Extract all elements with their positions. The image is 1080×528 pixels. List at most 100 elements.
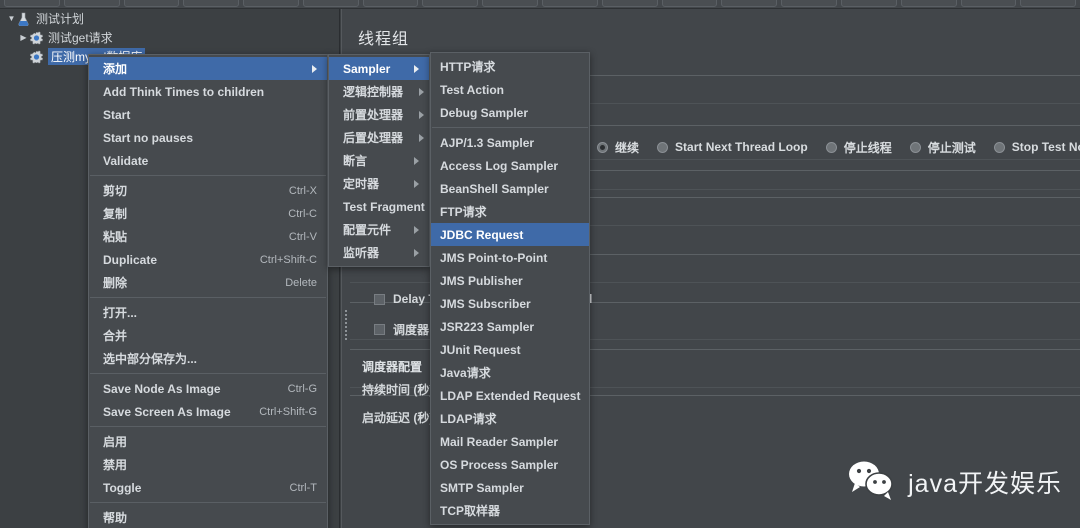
radio-option-stop-test[interactable]: 停止测试 (909, 139, 976, 156)
toolbar-button-6[interactable] (302, 0, 359, 7)
toolbar-button-16[interactable] (900, 0, 957, 7)
add-submenu-item-6[interactable]: Test Fragment (329, 195, 446, 218)
add-submenu-item-4[interactable]: 断言 (329, 149, 429, 172)
context-menu-item-6[interactable]: 剪切 Ctrl-X (89, 179, 327, 202)
add-submenu[interactable]: Sampler 逻辑控制器 前置处理器 后置处理器 断言 定时器 Test Fragment… (328, 54, 446, 267)
context-menu-item-9[interactable]: Duplicate Ctrl+Shift-C (89, 248, 327, 271)
scheduler-checkbox[interactable]: 调度器 (374, 321, 429, 338)
sampler-submenu-item-7[interactable]: FTP请求 (431, 200, 589, 223)
sampler-submenu-item-5[interactable]: Access Log Sampler (431, 154, 589, 177)
add-submenu-item-2[interactable]: 前置处理器 (329, 103, 429, 126)
context-menu-item-2[interactable]: Start (89, 103, 327, 126)
context-menu-item-0[interactable]: 添加 (89, 57, 327, 80)
sampler-submenu-item-0[interactable]: HTTP请求 (431, 55, 589, 78)
add-submenu-item-7[interactable]: 配置元件 (329, 218, 429, 241)
context-menu-item-4[interactable]: Validate (89, 149, 327, 172)
sampler-submenu-item-9[interactable]: JMS Point-to-Point (431, 246, 589, 269)
toolbar-button-10[interactable] (542, 0, 598, 7)
toolbar-button-13[interactable] (721, 0, 778, 7)
split-pane-drag-handle[interactable] (343, 305, 349, 345)
radio-label: 停止测试 (927, 140, 976, 155)
add-submenu-item-8[interactable]: 监听器 (329, 241, 429, 264)
add-submenu-item-3[interactable]: 后置处理器 (329, 126, 429, 149)
context-menu-item-17[interactable]: Save Screen As Image Ctrl+Shift-G (89, 400, 327, 423)
sampler-submenu-item-18[interactable]: OS Process Sampler (431, 453, 589, 476)
submenu-arrow-icon (419, 110, 425, 119)
radio-dot-icon[interactable] (825, 141, 837, 153)
toolbar-button-3[interactable] (123, 0, 180, 7)
sampler-submenu-item-16[interactable]: LDAP请求 (431, 407, 589, 430)
tree-item-0[interactable]: ▼ 测试计划 (0, 9, 339, 28)
context-menu-item-14[interactable]: 选中部分保存为... (89, 347, 327, 370)
toolbar-button-12[interactable] (661, 0, 718, 7)
context-menu-item-7[interactable]: 复制 Ctrl-C (89, 202, 327, 225)
context-menu-item-23[interactable]: 帮助 (89, 506, 327, 528)
sampler-submenu-item-12[interactable]: JSR223 Sampler (431, 315, 589, 338)
menu-item-label: 复制 (103, 207, 128, 221)
toolbar-button-9[interactable] (482, 0, 539, 7)
radio-dot-icon[interactable] (993, 141, 1005, 153)
sampler-submenu-item-1[interactable]: Test Action (431, 78, 589, 101)
chevron-right-icon[interactable]: ▶ (18, 33, 29, 42)
radio-option-start-next-thread-loop[interactable]: Start Next Thread Loop (657, 140, 808, 154)
context-menu-item-13[interactable]: 合并 (89, 324, 327, 347)
toolbar-button-4[interactable] (183, 0, 240, 7)
toolbar-button-15[interactable] (840, 0, 897, 7)
context-menu-item-21[interactable]: Toggle Ctrl-T (89, 476, 327, 499)
toolbar-button-18[interactable] (1020, 0, 1077, 7)
sampler-submenu-item-8[interactable]: JDBC Request (431, 223, 589, 246)
tree-item-1[interactable]: ▶ 测试get请求 (0, 28, 339, 47)
menu-item-label: AJP/1.3 Sampler (440, 135, 535, 150)
sampler-submenu-item-17[interactable]: Mail Reader Sampler (431, 430, 589, 453)
menu-item-label: JMS Point-to-Point (440, 250, 548, 265)
radio-label: 继续 (615, 140, 640, 155)
sampler-submenu-item-19[interactable]: SMTP Sampler (431, 476, 589, 499)
checkbox-icon[interactable] (374, 293, 385, 305)
menu-item-shortcut: Ctrl+Shift-G (259, 405, 317, 418)
context-menu-item-8[interactable]: 粘贴 Ctrl-V (89, 225, 327, 248)
sampler-submenu-item-14[interactable]: Java请求 (431, 361, 589, 384)
sampler-submenu[interactable]: HTTP请求 Test Action Debug Sampler AJP/1.3 Sa… (430, 52, 590, 525)
context-menu-item-3[interactable]: Start no pauses (89, 126, 327, 149)
sampler-submenu-item-2[interactable]: Debug Sampler (431, 101, 589, 124)
radio-dot-icon[interactable] (909, 141, 921, 153)
sampler-submenu-item-6[interactable]: BeanShell Sampler (431, 177, 589, 200)
toolbar[interactable] (0, 0, 1080, 9)
radio-option-stop-test-now[interactable]: Stop Test Now (993, 140, 1080, 154)
scheduler-label: 调度器 (393, 323, 430, 337)
radio-dot-icon[interactable] (597, 141, 608, 153)
context-menu[interactable]: 添加 Add Think Times to children Start Start … (88, 54, 328, 528)
checkbox-icon[interactable] (374, 324, 385, 335)
add-submenu-item-5[interactable]: 定时器 (329, 172, 429, 195)
duration-label: 持续时间 (秒) (362, 383, 434, 397)
test-plan-icon (17, 12, 33, 26)
sampler-submenu-item-20[interactable]: TCP取样器 (431, 499, 589, 522)
radio-option-stop-thread[interactable]: 停止线程 (825, 139, 892, 156)
sampler-submenu-item-4[interactable]: AJP/1.3 Sampler (431, 131, 589, 154)
add-submenu-item-1[interactable]: 逻辑控制器 (329, 80, 429, 103)
toolbar-button-1[interactable] (4, 0, 60, 7)
context-menu-item-19[interactable]: 启用 (89, 430, 327, 453)
toolbar-button-5[interactable] (243, 0, 299, 7)
toolbar-button-7[interactable] (362, 0, 419, 7)
context-menu-item-10[interactable]: 删除 Delete (89, 271, 327, 294)
context-menu-item-16[interactable]: Save Node As Image Ctrl-G (89, 377, 327, 400)
toolbar-button-2[interactable] (63, 0, 120, 7)
sampler-submenu-item-10[interactable]: JMS Publisher (431, 269, 589, 292)
toolbar-button-11[interactable] (601, 0, 658, 7)
radio-option-continue[interactable]: 继续 (597, 139, 639, 156)
context-menu-item-1[interactable]: Add Think Times to children (89, 80, 327, 103)
context-menu-item-20[interactable]: 禁用 (89, 453, 327, 476)
toolbar-button-8[interactable] (422, 0, 479, 7)
chevron-down-icon[interactable]: ▼ (6, 14, 17, 23)
radio-dot-icon[interactable] (657, 141, 669, 153)
menu-item-label: HTTP请求 (440, 60, 496, 74)
add-submenu-item-0[interactable]: Sampler (329, 57, 429, 80)
action-after-error-radio-group[interactable]: 继续 Start Next Thread Loop 停止线程 停止测试 Stop… (597, 137, 1080, 157)
toolbar-button-17[interactable] (960, 0, 1017, 7)
sampler-submenu-item-13[interactable]: JUnit Request (431, 338, 589, 361)
toolbar-button-14[interactable] (781, 0, 837, 7)
sampler-submenu-item-15[interactable]: LDAP Extended Request (431, 384, 589, 407)
context-menu-item-12[interactable]: 打开... (89, 301, 327, 324)
sampler-submenu-item-11[interactable]: JMS Subscriber (431, 292, 589, 315)
